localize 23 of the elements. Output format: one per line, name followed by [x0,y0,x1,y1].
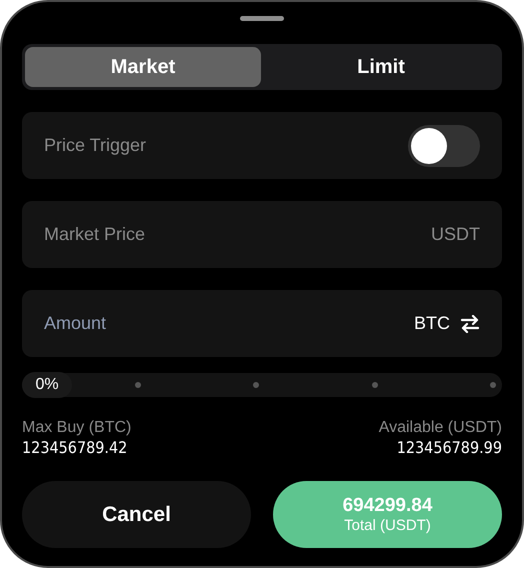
amount-input[interactable]: Amount [44,313,414,334]
order-type-tab[interactable]: Limit [263,47,499,87]
slider-tick [253,382,259,388]
price-trigger-label: Price Trigger [44,135,146,156]
market-price-input[interactable]: Market Price [44,224,431,245]
order-type-tab[interactable]: Market [25,47,261,87]
amount-slider[interactable]: 0% [22,373,502,397]
market-price-field[interactable]: Market Price USDT [22,201,502,268]
slider-tick [490,382,496,388]
max-buy-label: Max Buy (BTC) [22,419,132,437]
available-label: Available (USDT) [378,419,502,437]
max-buy-value: 123456789.42 [22,438,128,457]
swap-icon[interactable] [460,314,480,332]
drag-handle[interactable] [240,16,284,21]
slider-thumb[interactable]: 0% [22,372,72,398]
currency-unit: BTC [414,313,450,334]
available-value: 123456789.99 [396,438,502,457]
price-trigger-toggle[interactable] [408,124,480,166]
cancel-button[interactable]: Cancel [22,481,251,548]
slider-tick [372,382,378,388]
slider-tick [134,382,140,388]
amount-field[interactable]: Amount BTC [22,290,502,357]
currency-unit: USDT [431,224,480,245]
